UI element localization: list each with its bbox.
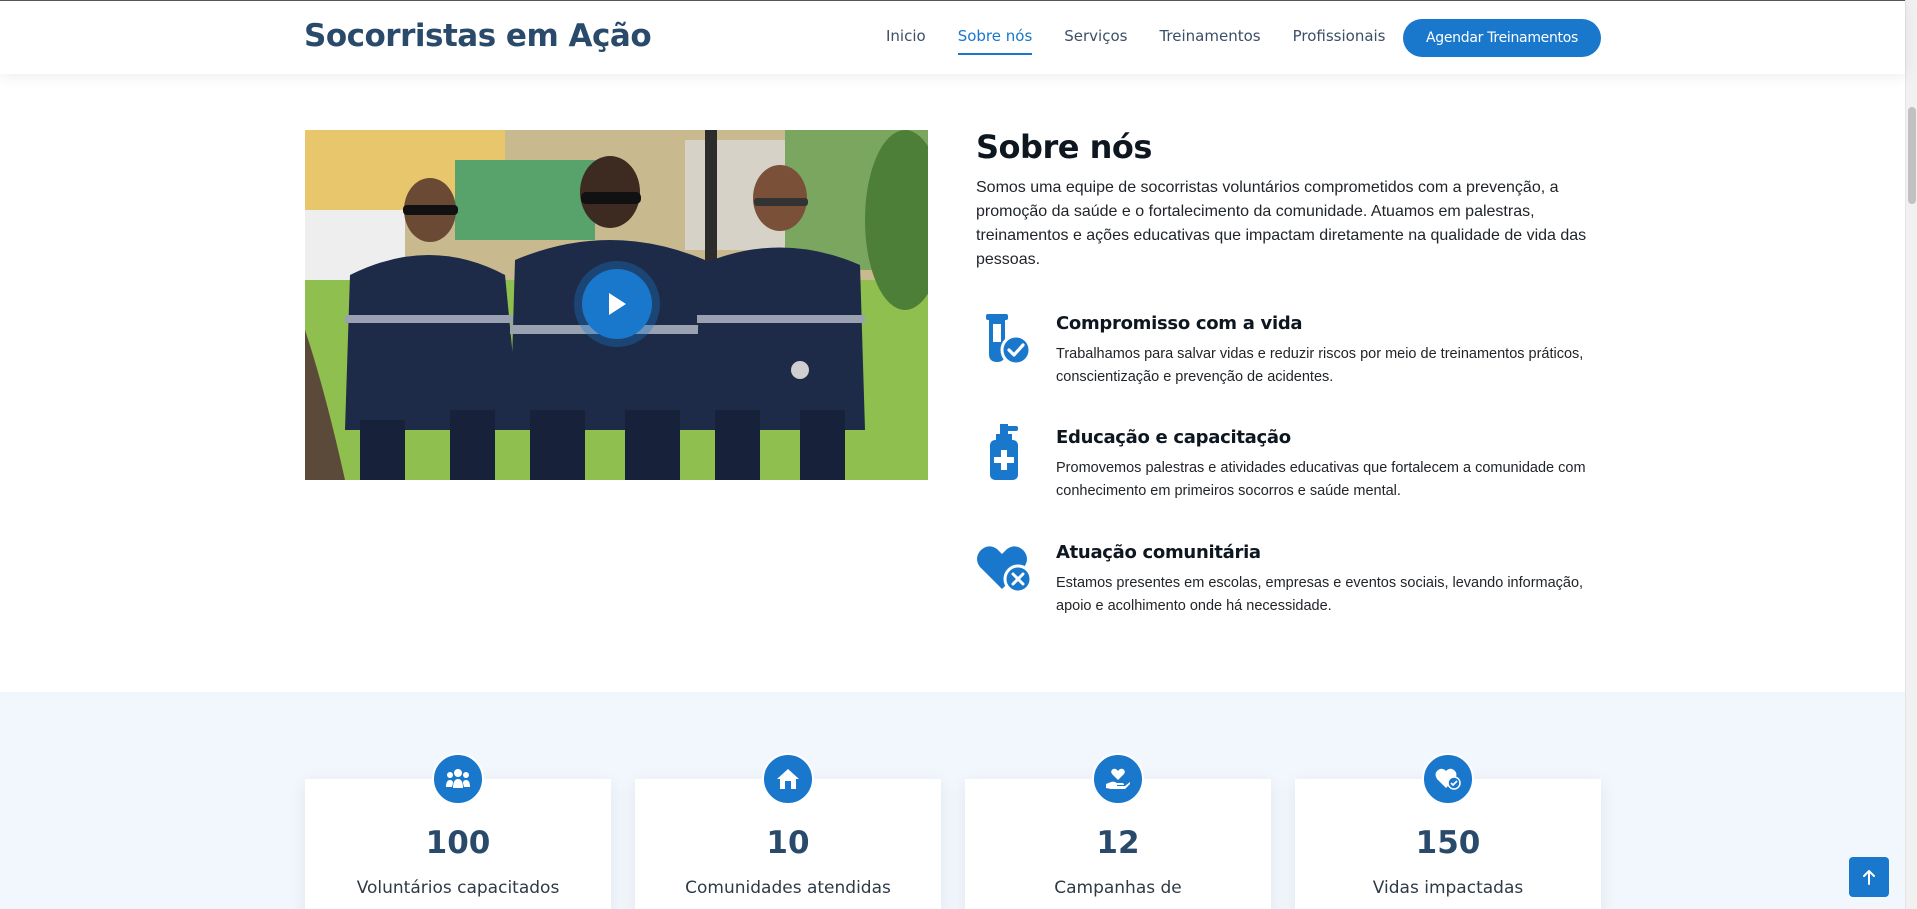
hand-heart-icon <box>1092 753 1144 805</box>
main-nav: Inicio Sobre nós Serviços Treinamentos P… <box>886 27 1386 55</box>
stat-value: 100 <box>425 825 491 861</box>
schedule-training-button[interactable]: Agendar Treinamentos <box>1403 19 1601 57</box>
stat-label: Comunidades atendidas <box>685 878 891 898</box>
arrow-up-icon <box>1863 870 1875 885</box>
stats-section <box>0 692 1905 909</box>
nav-link-treinamentos[interactable]: Treinamentos <box>1159 27 1260 55</box>
pump-medical-icon <box>990 424 1018 480</box>
scrollbar-thumb[interactable] <box>1908 107 1916 204</box>
feature-item-community: Atuação comunitária Estamos presentes em… <box>976 539 1616 629</box>
heart-x-icon <box>977 546 1033 594</box>
about-description: Somos uma equipe de socorristas voluntár… <box>976 179 1587 268</box>
stat-value: 10 <box>766 825 810 861</box>
site-logo[interactable]: Socorristas em Ação <box>304 18 652 54</box>
about-video-thumbnail[interactable] <box>305 130 928 480</box>
back-to-top-button[interactable] <box>1849 857 1889 897</box>
play-icon <box>609 293 626 315</box>
about-title: Sobre nós <box>976 128 1152 166</box>
nav-link-servicos[interactable]: Serviços <box>1064 27 1127 55</box>
nav-link-sobre-nos[interactable]: Sobre nós <box>957 27 1033 55</box>
stat-label: Voluntários capacitados <box>356 878 560 898</box>
play-video-button[interactable] <box>582 269 652 339</box>
vial-check-icon <box>986 314 1032 366</box>
feature-title: Compromisso com a vida <box>1056 313 1303 334</box>
feature-text: Trabalhamos para salvar vidas e reduzir … <box>1056 346 1584 385</box>
site-header: Socorristas em Ação Inicio Sobre nós Ser… <box>0 0 1905 74</box>
stat-label: Vidas impactadas <box>1372 878 1524 898</box>
feature-item-commitment: Compromisso com a vida Trabalhamos para … <box>976 310 1616 400</box>
feature-title: Atuação comunitária <box>1056 542 1261 563</box>
feature-text: Promovemos palestras e atividades educat… <box>1056 460 1586 499</box>
stat-label: Campanhas de <box>1054 878 1182 898</box>
stat-value: 150 <box>1415 825 1481 861</box>
page-scrollbar[interactable] <box>1905 0 1917 909</box>
people-icon <box>432 753 484 805</box>
stat-value: 12 <box>1096 825 1140 861</box>
nav-link-inicio[interactable]: Inicio <box>886 27 926 55</box>
nav-link-profissionais[interactable]: Profissionais <box>1293 27 1386 55</box>
heart-check-icon <box>1422 753 1474 805</box>
feature-item-education: Educação e capacitação Promovemos palest… <box>976 424 1616 514</box>
house-icon <box>762 753 814 805</box>
feature-title: Educação e capacitação <box>1056 427 1291 448</box>
feature-text: Estamos presentes em escolas, empresas e… <box>1056 575 1584 614</box>
